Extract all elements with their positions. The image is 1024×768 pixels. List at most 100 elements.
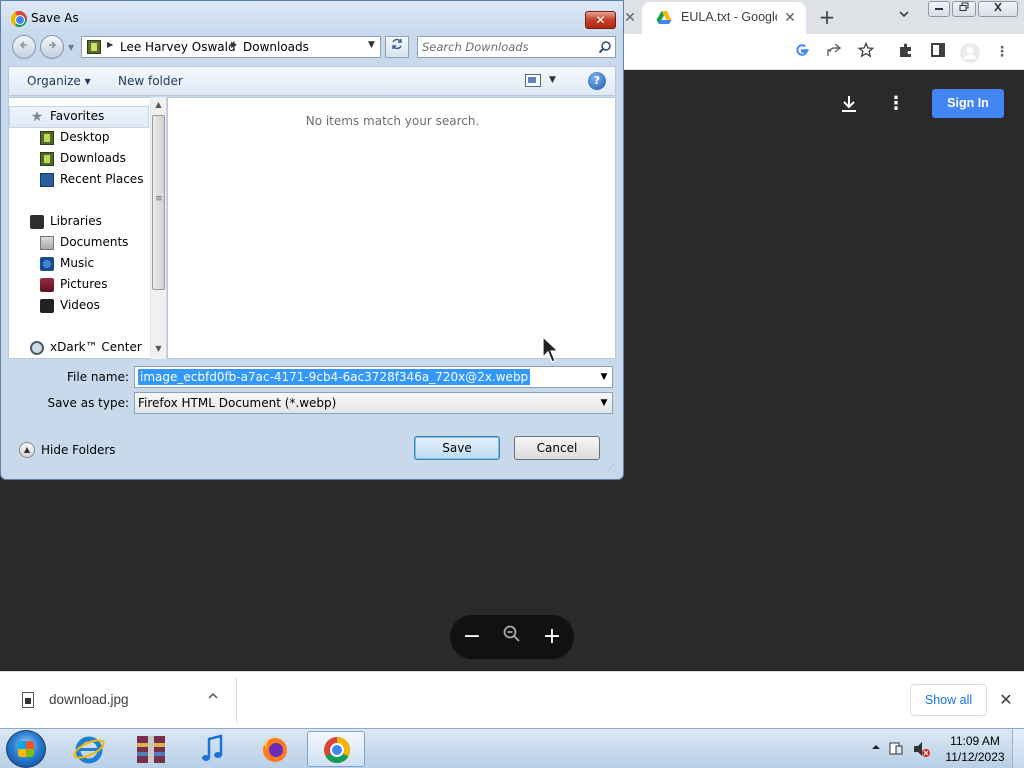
downloads-bar: download.jpg Show all ✕ — [0, 671, 1024, 728]
back-button[interactable] — [12, 35, 36, 59]
zoom-in-button[interactable]: + — [539, 624, 565, 650]
documents-icon — [40, 236, 54, 250]
sign-in-button[interactable]: Sign In — [932, 89, 1004, 118]
save-button[interactable]: Save — [414, 436, 500, 460]
search-input[interactable] — [422, 39, 592, 55]
help-icon[interactable]: ? — [588, 72, 606, 90]
taskbar-chrome[interactable] — [307, 731, 365, 767]
new-folder-button[interactable]: New folder — [118, 74, 183, 88]
divider — [236, 678, 237, 723]
star-icon — [857, 41, 875, 58]
arrow-left-icon — [19, 41, 27, 49]
music-note-icon — [202, 734, 223, 761]
side-panel-icon[interactable] — [928, 42, 948, 62]
window-close-button[interactable] — [978, 1, 1018, 17]
search-icon[interactable] — [598, 40, 612, 54]
pictures-icon — [40, 278, 54, 292]
scroll-down-arrow-icon[interactable]: ▼ — [151, 341, 166, 357]
file-icon — [22, 692, 34, 708]
taskbar-internet-explorer[interactable] — [60, 731, 118, 767]
chrome-icon — [11, 11, 27, 27]
profile-icon[interactable] — [958, 42, 982, 63]
start-button[interactable] — [6, 730, 46, 768]
address-bar[interactable]: ▶ Lee Harvey Oswald ▶ Downloads ▼ — [81, 36, 381, 58]
google-g-icon — [796, 44, 809, 56]
star-icon: ★ — [30, 109, 44, 125]
show-desktop-button[interactable] — [1012, 729, 1024, 768]
tab-close-button[interactable]: ✕ — [780, 8, 800, 28]
search-box[interactable] — [417, 36, 616, 58]
close-icon — [994, 2, 1002, 12]
google-icon[interactable] — [792, 42, 812, 62]
zoom-controls: − + — [450, 615, 574, 659]
bookmark-star-icon[interactable] — [856, 41, 876, 62]
libraries-icon — [30, 215, 44, 229]
forward-button[interactable] — [40, 35, 64, 59]
avatar — [960, 43, 980, 63]
internet-explorer-icon — [73, 736, 105, 764]
taskbar: 11:09 AM 11/12/2023 — [0, 728, 1024, 768]
puzzle-icon — [900, 43, 911, 57]
scroll-thumb[interactable] — [152, 115, 165, 290]
clock-time[interactable]: 11:09 AM — [945, 734, 1005, 748]
minimize-button[interactable] — [928, 1, 950, 17]
tab-eula[interactable]: EULA.txt - Google Drive ✕ — [642, 2, 806, 34]
cancel-button[interactable]: Cancel — [514, 436, 600, 460]
downloads-bar-close-button[interactable]: ✕ — [996, 690, 1016, 710]
dialog-close-button[interactable]: ✕ — [585, 11, 616, 29]
system-tray — [868, 735, 938, 763]
more-vert-icon[interactable]: ⋮ — [886, 93, 906, 115]
tray-icons — [872, 742, 930, 757]
share-icon[interactable] — [824, 42, 844, 62]
xdark-icon — [30, 341, 44, 355]
taskbar-firefox[interactable] — [246, 731, 304, 767]
menu-icon[interactable]: ⋮ — [992, 42, 1012, 62]
chevron-up-glyph-icon — [208, 692, 218, 699]
refresh-button[interactable] — [385, 36, 409, 58]
download-item-name[interactable]: download.jpg — [49, 692, 129, 707]
restore-button[interactable] — [952, 1, 976, 17]
empty-message: No items match your search. — [305, 114, 480, 128]
taskbar-itunes[interactable] — [184, 731, 242, 767]
drive-icon — [656, 11, 672, 24]
address-dropdown[interactable]: ▼ — [368, 40, 375, 50]
file-name-field[interactable]: image_ecbfd0fb-a7ac-4171-9cb4-6ac3728f34… — [134, 366, 613, 388]
scroll-up-arrow-icon[interactable]: ▲ — [151, 97, 166, 113]
zoom-icon[interactable] — [499, 624, 525, 650]
navigation-pane: ★ Favorites Desktop Downloads Recent Pla… — [8, 97, 166, 359]
dialog-titlebar[interactable]: Save As ✕ — [1, 1, 623, 35]
taskbar-winrar[interactable] — [122, 731, 180, 767]
command-bar: Organize ▾ New folder ▼ ? — [8, 66, 616, 96]
file-name-dropdown[interactable]: ▼ — [598, 370, 610, 384]
tray-expand-icon — [872, 745, 880, 749]
show-all-button[interactable]: Show all — [910, 684, 987, 716]
save-as-type-select[interactable]: Firefox HTML Document (*.webp) ▼ — [134, 392, 613, 414]
file-name-value[interactable]: image_ecbfd0fb-a7ac-4171-9cb4-6ac3728f34… — [138, 369, 531, 385]
magnifier-icon — [503, 625, 520, 642]
download-icon[interactable] — [838, 93, 860, 115]
music-icon — [40, 257, 54, 271]
resize-grip[interactable]: ⋰ — [607, 463, 617, 473]
firefox-icon — [263, 737, 287, 762]
chevron-up-icon[interactable] — [203, 689, 223, 709]
zoom-out-button[interactable]: − — [459, 624, 485, 650]
nav-scrollbar[interactable]: ▲ ▼ — [150, 97, 166, 359]
breadcrumb-user[interactable]: Lee Harvey Oswald — [120, 40, 236, 54]
clock-date[interactable]: 11/12/2023 — [940, 750, 1010, 764]
breadcrumb-downloads[interactable]: Downloads — [243, 40, 309, 54]
recent-locations-dropdown[interactable]: ▼ — [68, 43, 78, 53]
breadcrumb-arrow-icon[interactable]: ▶ — [231, 40, 237, 49]
view-options-icon[interactable] — [525, 74, 541, 87]
volume-icon — [914, 742, 922, 756]
view-dropdown[interactable]: ▼ — [549, 75, 556, 85]
tab-search-button[interactable] — [892, 8, 916, 28]
restore-icon — [959, 2, 969, 11]
organize-menu[interactable]: Organize ▾ — [27, 74, 91, 88]
new-tab-button[interactable]: + — [814, 4, 840, 30]
recent-places-icon — [40, 173, 54, 187]
extensions-icon[interactable] — [896, 42, 916, 62]
breadcrumb-arrow-icon[interactable]: ▶ — [107, 40, 113, 49]
file-name-label: File name: — [67, 370, 129, 384]
save-as-type-dropdown[interactable]: ▼ — [598, 396, 610, 410]
file-list-pane[interactable]: No items match your search. — [167, 97, 616, 359]
